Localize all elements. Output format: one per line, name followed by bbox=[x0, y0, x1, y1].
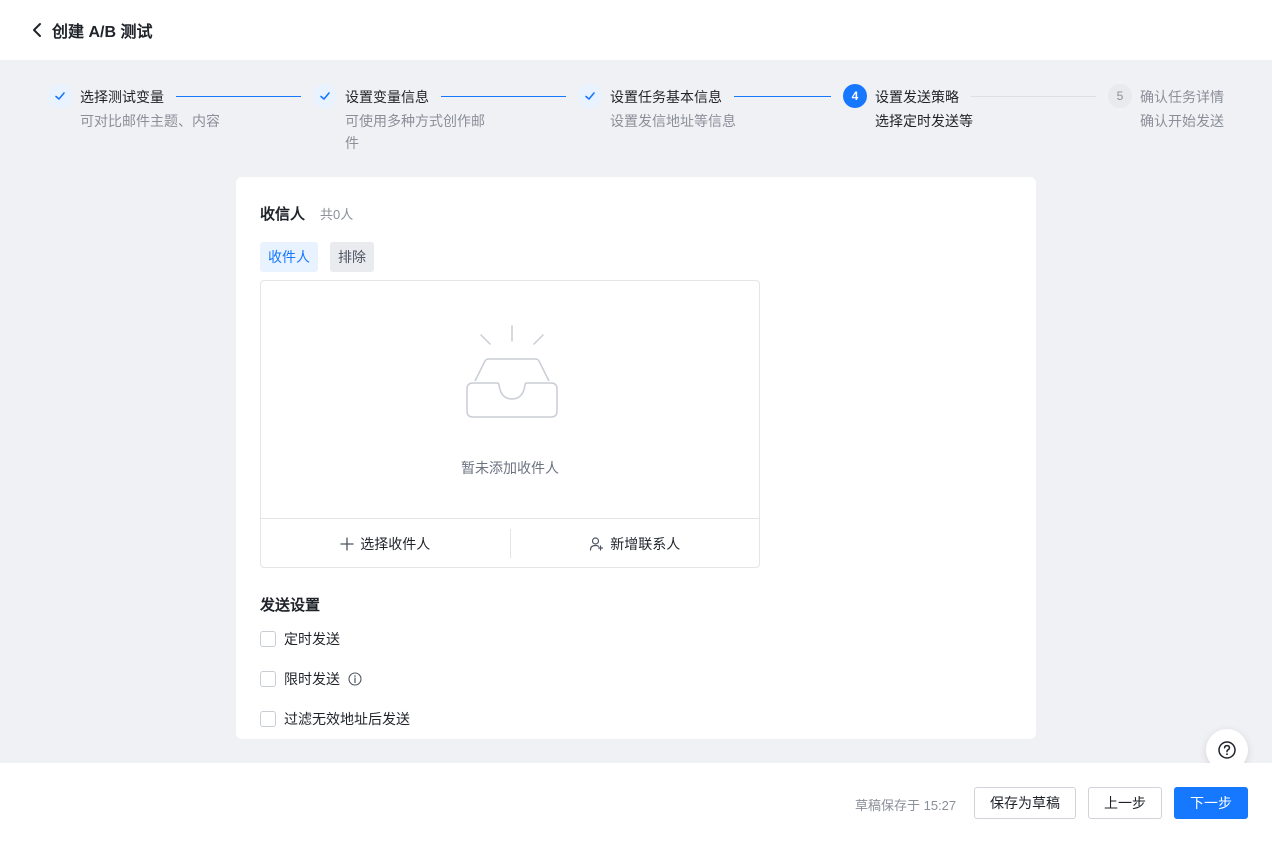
info-icon[interactable] bbox=[348, 672, 362, 686]
step-desc: 选择定时发送等 bbox=[875, 113, 973, 129]
step-desc: 可使用多种方式创作邮 件 bbox=[345, 110, 485, 154]
check-icon bbox=[48, 84, 72, 108]
time-limited-send-checkbox[interactable] bbox=[260, 671, 276, 687]
add-user-icon bbox=[589, 536, 604, 551]
check-icon bbox=[578, 84, 602, 108]
tab-recipients[interactable]: 收件人 bbox=[260, 242, 318, 272]
send-settings-title: 发送设置 bbox=[260, 597, 321, 614]
step-desc: 确认开始发送 bbox=[1140, 113, 1224, 129]
draft-status: 草稿保存于 15:27 bbox=[855, 798, 957, 813]
step-desc: 设置发信地址等信息 bbox=[610, 113, 736, 129]
filter-invalid-checkbox[interactable] bbox=[260, 711, 276, 727]
step-desc: 可对比邮件主题、内容 bbox=[80, 113, 220, 129]
step-title: 设置发送策略 bbox=[875, 89, 959, 105]
page-title: 创建 A/B 测试 bbox=[52, 24, 153, 41]
option-label: 限时发送 bbox=[284, 671, 340, 687]
step-title: 设置任务基本信息 bbox=[610, 89, 722, 105]
prev-step-button[interactable]: 上一步 bbox=[1088, 787, 1162, 819]
option-label: 定时发送 bbox=[284, 631, 340, 647]
step-desc-line: 可使用多种方式创作邮 bbox=[345, 113, 485, 129]
step-title: 设置变量信息 bbox=[345, 89, 429, 105]
tab-exclude[interactable]: 排除 bbox=[330, 242, 374, 272]
step-connector bbox=[441, 96, 566, 97]
step-title: 确认任务详情 bbox=[1140, 89, 1224, 105]
step-connector bbox=[971, 96, 1096, 97]
step-title: 选择测试变量 bbox=[80, 89, 164, 105]
select-recipients-label: 选择收件人 bbox=[360, 535, 431, 552]
add-contact-label: 新增联系人 bbox=[610, 535, 681, 552]
check-icon bbox=[313, 84, 337, 108]
next-step-button[interactable]: 下一步 bbox=[1174, 787, 1248, 819]
recipients-box: 暂未添加收件人 选择收件人 新增联系人 bbox=[260, 280, 760, 568]
select-recipients-button[interactable]: 选择收件人 bbox=[261, 519, 510, 568]
step-connector bbox=[734, 96, 831, 97]
settings-card: 收信人 共0人 收件人 排除 暂未添加收件人 选择收件人 新增联系人 发送设置 … bbox=[236, 177, 1036, 739]
page-header: 创建 A/B 测试 bbox=[0, 0, 1272, 60]
option-label: 过滤无效地址后发送 bbox=[284, 711, 410, 727]
step-desc-line: 件 bbox=[345, 135, 359, 151]
footer-bar: 草稿保存于 15:27 保存为草稿 上一步 下一步 bbox=[0, 763, 1272, 843]
empty-text: 暂未添加收件人 bbox=[461, 460, 559, 476]
empty-inbox-icon bbox=[457, 321, 567, 421]
recipients-count: 共0人 bbox=[320, 207, 354, 222]
step-number: 4 bbox=[843, 84, 867, 108]
progress-steps: 选择测试变量 可对比邮件主题、内容 设置变量信息 可使用多种方式创作邮 件 设置… bbox=[48, 84, 1238, 154]
scheduled-send-option[interactable]: 定时发送 bbox=[260, 629, 340, 649]
chevron-left-icon[interactable] bbox=[28, 21, 46, 39]
save-draft-button[interactable]: 保存为草稿 bbox=[974, 787, 1076, 819]
recipients-actions: 选择收件人 新增联系人 bbox=[261, 518, 759, 568]
help-circle-icon bbox=[1217, 740, 1237, 760]
time-limited-send-option[interactable]: 限时发送 bbox=[260, 669, 362, 689]
step-number: 5 bbox=[1108, 84, 1132, 108]
plus-icon bbox=[340, 536, 354, 551]
scheduled-send-checkbox[interactable] bbox=[260, 631, 276, 647]
add-contact-button[interactable]: 新增联系人 bbox=[511, 519, 760, 568]
recipients-title: 收信人 bbox=[260, 206, 306, 223]
filter-invalid-option[interactable]: 过滤无效地址后发送 bbox=[260, 709, 410, 729]
step-connector bbox=[176, 96, 301, 97]
